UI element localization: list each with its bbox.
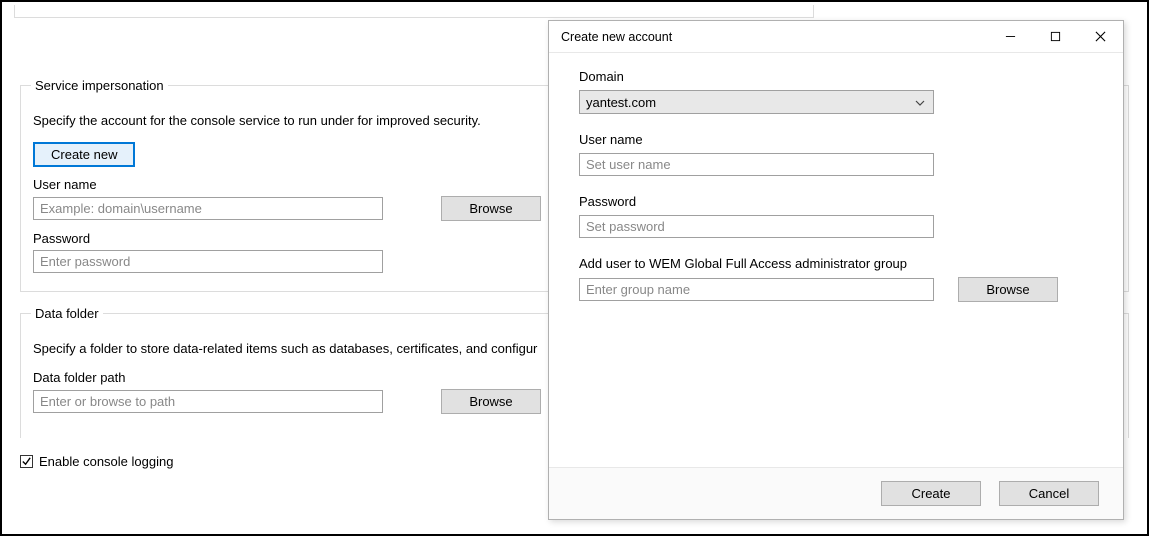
maximize-icon [1050,31,1061,42]
close-button[interactable] [1078,21,1123,53]
dialog-domain-value: yantest.com [586,95,656,110]
dialog-password-label: Password [579,194,1093,209]
top-groupbox-remnant [14,5,814,18]
dialog-group-browse-button[interactable]: Browse [958,277,1058,302]
username-input[interactable] [33,197,383,220]
data-folder-path-input[interactable] [33,390,383,413]
minimize-icon [1005,31,1016,42]
create-new-button[interactable]: Create new [33,142,135,167]
data-folder-legend: Data folder [31,306,103,321]
dialog-create-button[interactable]: Create [881,481,981,506]
dialog-username-input[interactable] [579,153,934,176]
dialog-username-label: User name [579,132,1093,147]
dialog-cancel-button[interactable]: Cancel [999,481,1099,506]
dialog-domain-label: Domain [579,69,1093,84]
dialog-group-label: Add user to WEM Global Full Access admin… [579,256,1093,271]
dialog-title: Create new account [561,30,988,44]
dialog-domain-select[interactable]: yantest.com [579,90,934,114]
dialog-footer: Create Cancel [549,467,1123,519]
checkbox-checked-icon[interactable] [20,455,33,468]
dialog-group-input[interactable] [579,278,934,301]
dialog-titlebar[interactable]: Create new account [549,21,1123,53]
enable-console-logging-label: Enable console logging [39,454,173,469]
create-new-account-dialog: Create new account Domain yantest.com Us… [548,20,1124,520]
chevron-down-icon [915,98,925,108]
dialog-password-input[interactable] [579,215,934,238]
password-input[interactable] [33,250,383,273]
minimize-button[interactable] [988,21,1033,53]
close-icon [1095,31,1106,42]
service-impersonation-legend: Service impersonation [31,78,168,93]
data-folder-browse-button[interactable]: Browse [441,389,541,414]
maximize-button[interactable] [1033,21,1078,53]
username-browse-button[interactable]: Browse [441,196,541,221]
